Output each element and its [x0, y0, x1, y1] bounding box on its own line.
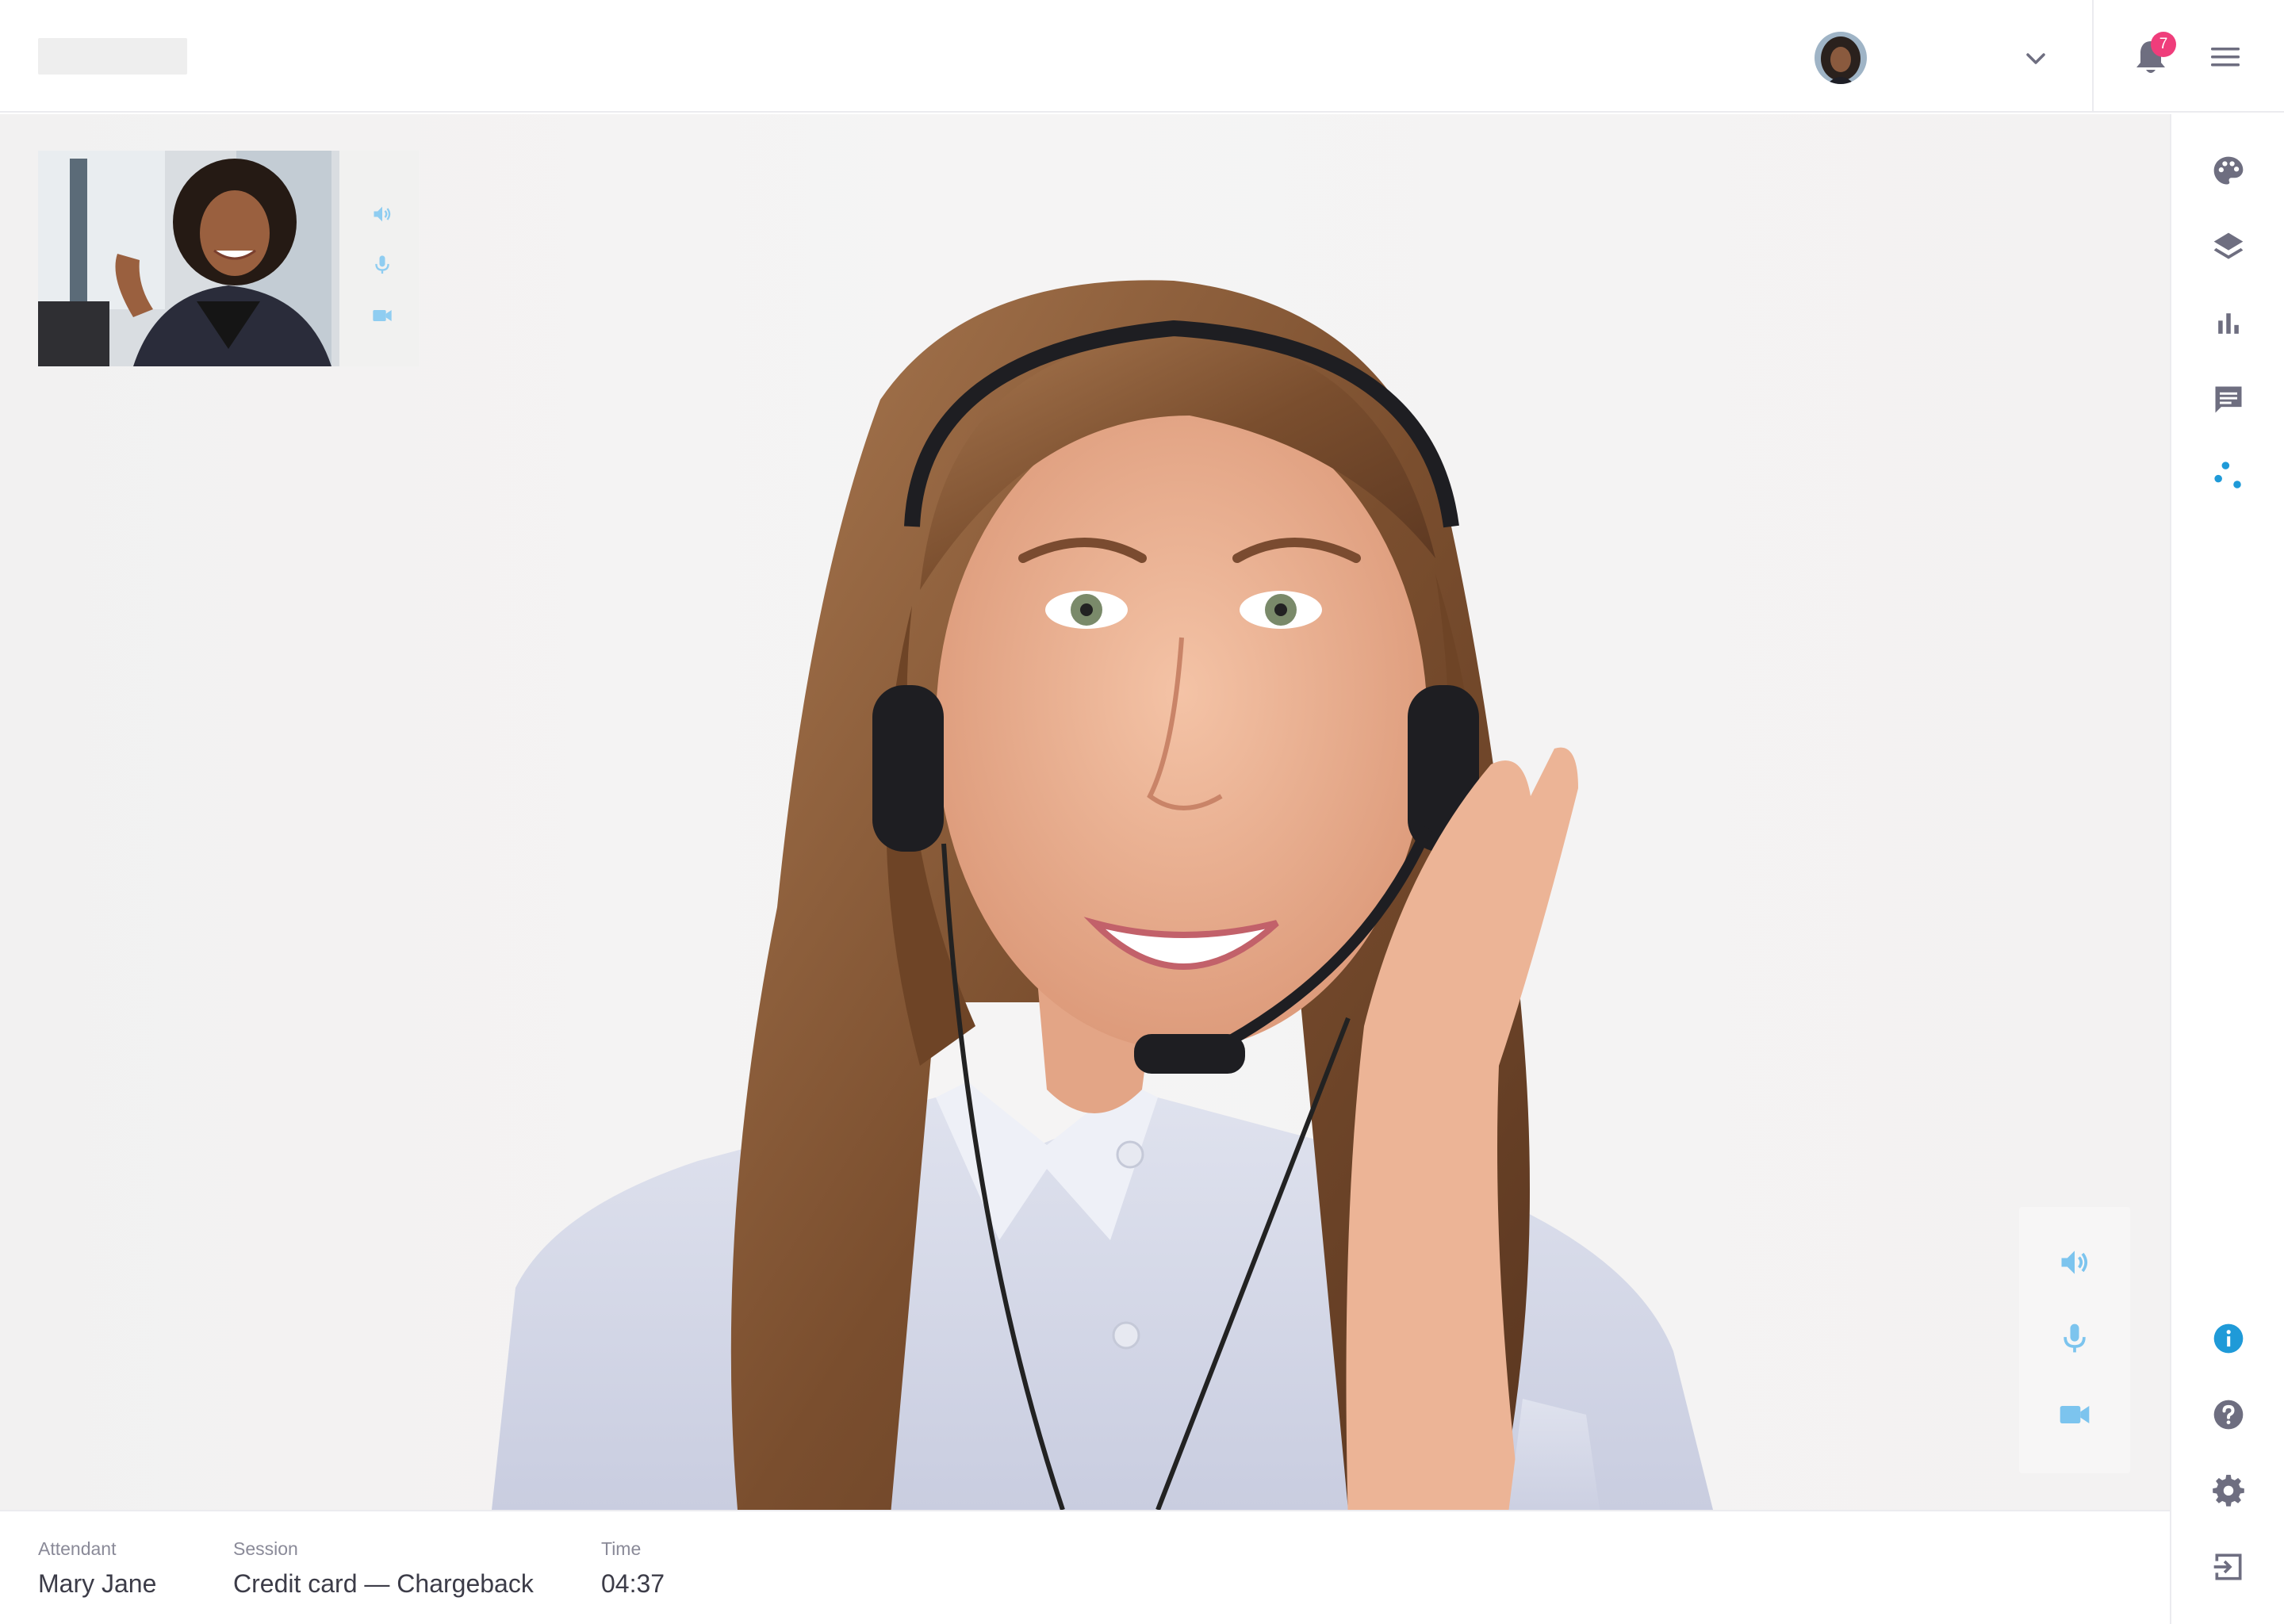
time-label: Time	[601, 1538, 642, 1559]
microphone-button[interactable]	[2051, 1315, 2098, 1362]
video-camera-icon	[2060, 1406, 2090, 1423]
logout-icon[interactable]	[2206, 1545, 2251, 1589]
hamburger-menu-icon[interactable]	[2209, 44, 2241, 70]
help-icon[interactable]	[2206, 1392, 2251, 1437]
call-controls	[2019, 1207, 2130, 1473]
header-divider	[2092, 0, 2094, 113]
time-value: 04:37	[601, 1569, 665, 1598]
session-field: Session Credit card — Chargeback	[233, 1538, 534, 1599]
settings-icon[interactable]	[2206, 1469, 2251, 1513]
avatar-image	[1815, 32, 1867, 84]
attendant-field: Attendant Mary Jane	[38, 1538, 156, 1599]
top-header: 7	[0, 0, 2284, 113]
self-view-feed	[38, 151, 419, 366]
info-icon[interactable]	[2206, 1316, 2251, 1361]
right-sidebar	[2170, 114, 2284, 1624]
microphone-icon	[2064, 1323, 2086, 1353]
microphone-icon[interactable]	[366, 249, 398, 281]
bar-chart-icon[interactable]	[2206, 301, 2251, 346]
speaker-icon[interactable]	[366, 198, 398, 230]
video-camera-icon[interactable]	[366, 300, 398, 331]
logo-placeholder[interactable]	[38, 38, 187, 75]
time-field: Time 04:37	[601, 1538, 665, 1599]
palette-icon[interactable]	[2206, 149, 2251, 193]
camera-button[interactable]	[2051, 1391, 2098, 1438]
chat-icon[interactable]	[2206, 377, 2251, 422]
session-value: Credit card — Chargeback	[233, 1569, 534, 1598]
self-view-controls	[366, 198, 398, 349]
layers-icon[interactable]	[2206, 225, 2251, 270]
attendant-label: Attendant	[38, 1538, 117, 1559]
notification-badge: 7	[2151, 32, 2176, 57]
session-label: Session	[233, 1538, 298, 1559]
attendant-value: Mary Jane	[38, 1569, 157, 1598]
self-view-video[interactable]	[38, 151, 419, 366]
session-info-bar: Attendant Mary Jane Session Credit card …	[0, 1510, 2170, 1624]
user-avatar[interactable]	[1815, 32, 1867, 84]
chevron-down-icon[interactable]	[2021, 44, 2050, 73]
speaker-button[interactable]	[2051, 1239, 2098, 1286]
connect-icon[interactable]	[2206, 454, 2251, 498]
speaker-icon	[2061, 1251, 2088, 1274]
